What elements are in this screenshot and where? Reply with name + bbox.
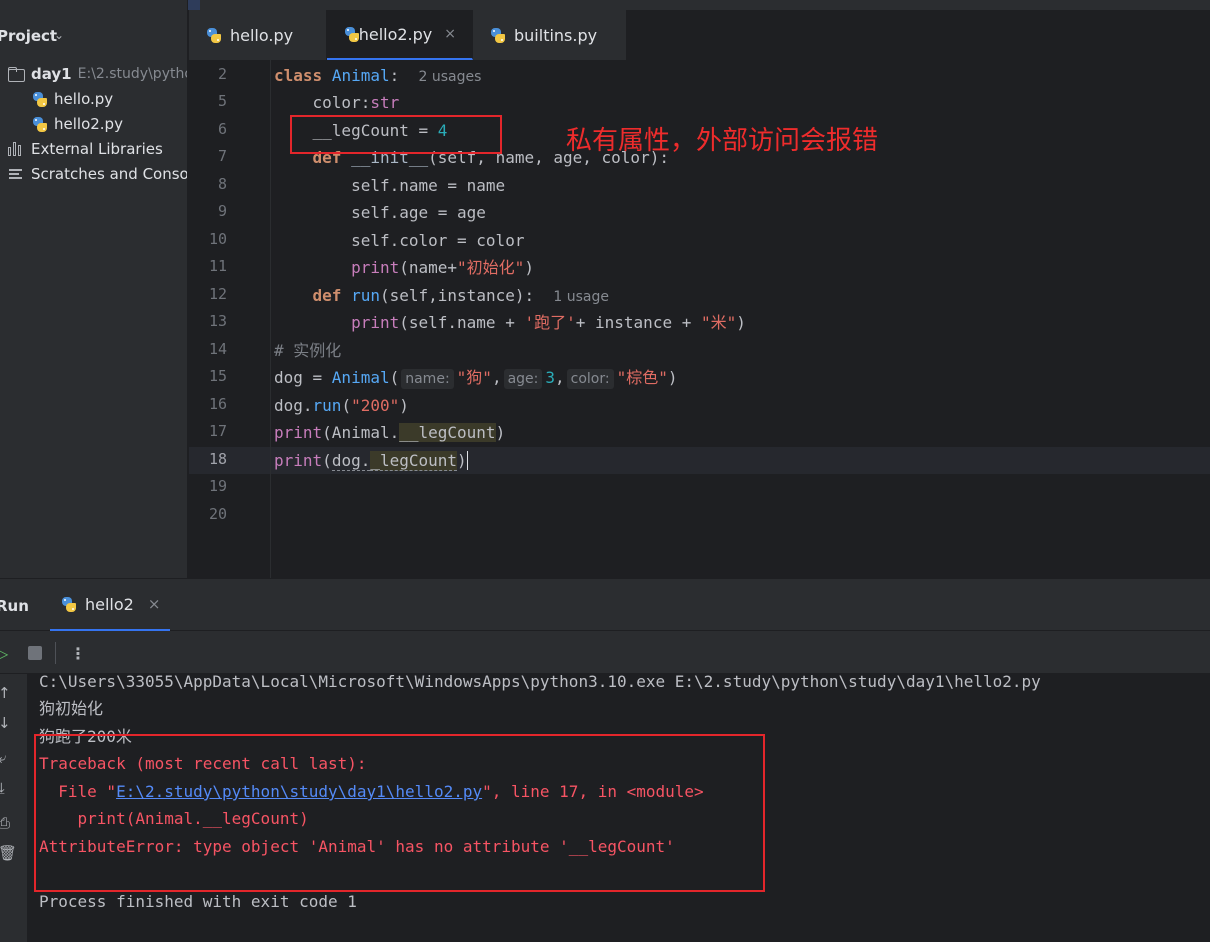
tab-hello-py[interactable]: hello.py xyxy=(189,10,327,60)
stop-icon[interactable] xyxy=(28,646,42,660)
code-line[interactable]: print(self.name + '跑了'+ instance + "米") xyxy=(274,309,746,336)
scratches-icon xyxy=(8,166,24,182)
project-header[interactable]: Project ⌄ xyxy=(0,0,187,62)
usages-hint[interactable]: 1 usage xyxy=(553,289,609,305)
scroll-to-end-icon[interactable]: ⤓ xyxy=(0,779,5,797)
more-options-icon[interactable]: ⋮ xyxy=(70,644,86,663)
line-number: 12 xyxy=(208,285,227,303)
tree-item-scratches[interactable]: Scratches and Consol xyxy=(8,162,188,186)
line-number: 20 xyxy=(208,505,227,523)
console-line: Process finished with exit code 1 xyxy=(39,892,357,911)
param-hint: age: xyxy=(503,369,543,389)
param-hint: color: xyxy=(566,369,614,389)
folder-icon xyxy=(7,65,25,83)
line-number: 9 xyxy=(217,202,227,220)
tab-hello2-py[interactable]: hello2.py × xyxy=(327,10,473,60)
toolbar-divider xyxy=(55,642,56,664)
line-number: 8 xyxy=(217,175,227,193)
usages-hint[interactable]: 2 usages xyxy=(419,69,482,85)
chevron-down-icon[interactable]: ⌄ xyxy=(54,28,64,42)
line-number-gutter: 2 5 6 7 8 9 10 11 12 13 14 15 16 17 18 1… xyxy=(189,60,271,578)
tree-item-label: day1 xyxy=(31,65,72,83)
line-number: 16 xyxy=(208,395,227,413)
tab-bar-background xyxy=(627,10,1210,60)
line-number: 13 xyxy=(208,312,227,330)
code-line[interactable]: def run(self,instance): 1 usage xyxy=(274,282,609,309)
annotation-box-traceback xyxy=(34,734,765,892)
python-file-icon xyxy=(31,116,48,133)
console-output[interactable]: C:\Users\33055\AppData\Local\Microsoft\W… xyxy=(27,672,1210,942)
tree-item-path-hint: E:\2.study\pytho xyxy=(77,66,188,82)
param-hint: name: xyxy=(401,369,454,389)
code-line[interactable]: self.color = color xyxy=(274,227,524,254)
code-line[interactable]: print(name+"初始化") xyxy=(274,254,534,281)
line-number: 19 xyxy=(208,477,227,495)
line-number: 14 xyxy=(208,340,227,358)
project-tool-window: Project ⌄ day1 E:\2.study\pytho hello.py… xyxy=(0,0,188,578)
tree-item-hello2-py[interactable]: hello2.py xyxy=(31,112,123,136)
code-line-current[interactable]: print(dog._legCount) xyxy=(274,447,468,474)
line-number: 7 xyxy=(217,147,227,165)
code-line[interactable]: class Animal: 2 usages xyxy=(274,62,481,89)
close-icon[interactable]: × xyxy=(148,595,161,613)
console-line: C:\Users\33055\AppData\Local\Microsoft\W… xyxy=(39,672,1041,691)
code-line[interactable]: self.name = name xyxy=(274,172,505,199)
print-icon[interactable]: ⎙ xyxy=(0,814,10,832)
python-file-icon xyxy=(60,596,77,613)
tab-label: hello.py xyxy=(230,25,294,45)
tab-label: builtins.py xyxy=(514,25,598,45)
close-icon[interactable]: × xyxy=(444,26,456,42)
soft-wrap-icon[interactable]: ⤶ xyxy=(0,749,6,767)
library-icon xyxy=(8,141,24,157)
code-line[interactable]: color:str xyxy=(274,89,400,116)
trash-icon[interactable]: 🗑 xyxy=(0,844,17,862)
tree-item-external-libraries[interactable]: External Libraries xyxy=(8,137,163,161)
line-number: 17 xyxy=(208,422,227,440)
rerun-icon[interactable]: ▷ xyxy=(0,644,8,663)
python-file-icon xyxy=(205,27,222,44)
run-tab-hello2[interactable]: hello2 × xyxy=(50,579,171,631)
code-editor[interactable]: 2 5 6 7 8 9 10 11 12 13 14 15 16 17 18 1… xyxy=(189,60,1210,578)
annotation-text: 私有属性，外部访问会报错 xyxy=(566,126,879,156)
code-line[interactable]: dog.run("200") xyxy=(274,392,409,419)
console-side-toolbar: ↑ ↓ ⤶ ⤓ ⎙ 🗑 xyxy=(0,674,27,942)
tab-builtins-py[interactable]: builtins.py xyxy=(473,10,627,60)
tree-item-day1[interactable]: day1 E:\2.study\pytho xyxy=(7,62,188,86)
console-line: 狗初始化 xyxy=(39,699,104,718)
line-number: 5 xyxy=(217,92,227,110)
run-header: Run hello2 × xyxy=(0,579,1210,631)
line-number-current: 18 xyxy=(208,450,227,468)
tree-item-label: Scratches and Consol xyxy=(31,165,188,183)
python-file-icon xyxy=(489,27,506,44)
line-number: 10 xyxy=(208,230,227,248)
tree-item-hello-py[interactable]: hello.py xyxy=(31,87,113,111)
line-number: 11 xyxy=(208,257,227,275)
tree-item-label: External Libraries xyxy=(31,140,163,158)
line-number: 15 xyxy=(208,367,227,385)
run-title: Run xyxy=(0,597,29,615)
python-file-icon xyxy=(31,91,48,108)
editor-tab-bar: hello.py hello2.py × builtins.py xyxy=(189,10,627,60)
run-tab-label: hello2 xyxy=(85,594,134,614)
python-file-icon xyxy=(343,26,359,43)
tab-label: hello2.py xyxy=(358,24,433,44)
code-line[interactable]: # 实例化 xyxy=(274,337,341,364)
project-title[interactable]: Project xyxy=(0,27,57,45)
code-line[interactable]: self.age = age xyxy=(274,199,486,226)
tree-item-label: hello2.py xyxy=(54,115,123,133)
code-line[interactable]: print(Animal.__legCount) xyxy=(274,419,505,446)
tree-item-label: hello.py xyxy=(54,90,114,108)
run-tool-window: Run hello2 × ▷ ⋮ ↑ ↓ ⤶ ⤓ ⎙ 🗑 C:\Users\33… xyxy=(0,579,1210,942)
line-number: 2 xyxy=(217,65,227,83)
scroll-down-icon[interactable]: ↓ xyxy=(0,714,11,732)
scroll-up-icon[interactable]: ↑ xyxy=(0,684,11,702)
line-number: 6 xyxy=(217,120,227,138)
code-line[interactable]: dog = Animal(name: "狗", age: 3, color: "棕色") xyxy=(274,364,678,391)
annotation-box-private-attr xyxy=(290,115,502,154)
